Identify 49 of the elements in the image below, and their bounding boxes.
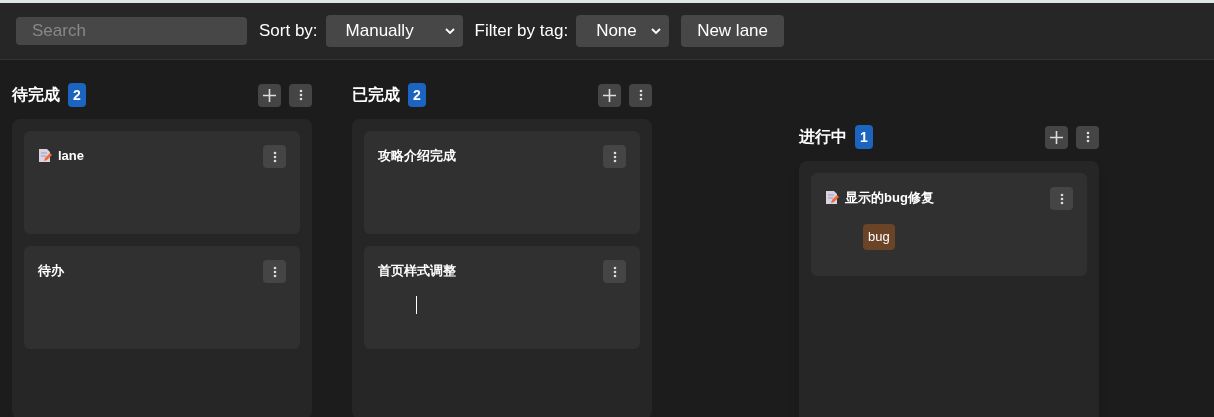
count-badge: 1 [855, 125, 873, 149]
card-title: 首页样式调整 [378, 262, 456, 280]
card-menu-button[interactable] [1050, 187, 1073, 210]
more-icon [272, 150, 277, 163]
new-lane-button[interactable]: New lane [681, 15, 784, 47]
card-title: 攻略介绍完成 [378, 147, 456, 165]
lane-menu-button[interactable] [629, 83, 652, 107]
sort-select[interactable]: Manually [325, 15, 463, 47]
plus-icon [1050, 130, 1063, 144]
count-badge: 2 [408, 83, 426, 107]
chevron-down-icon [444, 28, 455, 34]
card-menu-button[interactable] [603, 145, 626, 168]
task-card[interactable]: 显示的bug修复 bug [811, 173, 1087, 276]
card-title: lane [58, 147, 84, 165]
more-icon [1085, 131, 1090, 143]
card-menu-button[interactable] [263, 260, 286, 283]
task-card[interactable]: lane [24, 131, 300, 234]
count-badge: 2 [68, 83, 86, 107]
add-card-button[interactable] [598, 83, 621, 107]
lane-title: 待完成 [12, 85, 60, 105]
card-title: 显示的bug修复 [845, 189, 934, 207]
card-menu-button[interactable] [263, 145, 286, 168]
more-icon [1059, 192, 1064, 205]
lane-menu-button[interactable] [289, 83, 312, 107]
lane-menu-button[interactable] [1076, 125, 1099, 149]
task-card[interactable]: 待办 [24, 246, 300, 349]
note-icon [825, 190, 839, 206]
search-field[interactable]: Search [16, 17, 247, 45]
task-card[interactable]: 首页样式调整 [364, 246, 640, 349]
add-card-button[interactable] [258, 83, 281, 107]
more-icon [638, 89, 643, 101]
more-icon [612, 265, 617, 278]
sort-label: Sort by: [259, 20, 318, 43]
card-menu-button[interactable] [603, 260, 626, 283]
card-title: 待办 [38, 262, 64, 280]
tag: bug [863, 224, 895, 250]
chevron-down-icon [651, 28, 662, 34]
add-card-button[interactable] [1045, 125, 1068, 149]
more-icon [612, 150, 617, 163]
lane-title: 进行中 [799, 127, 847, 147]
tag-filter-select[interactable]: None [576, 15, 670, 47]
lane-title: 已完成 [352, 85, 400, 105]
task-card[interactable]: 攻略介绍完成 [364, 131, 640, 234]
plus-icon [263, 88, 276, 102]
note-icon [38, 148, 52, 164]
more-icon [272, 265, 277, 278]
filter-label: Filter by tag: [474, 20, 569, 43]
more-icon [298, 89, 303, 101]
plus-icon [603, 88, 616, 102]
